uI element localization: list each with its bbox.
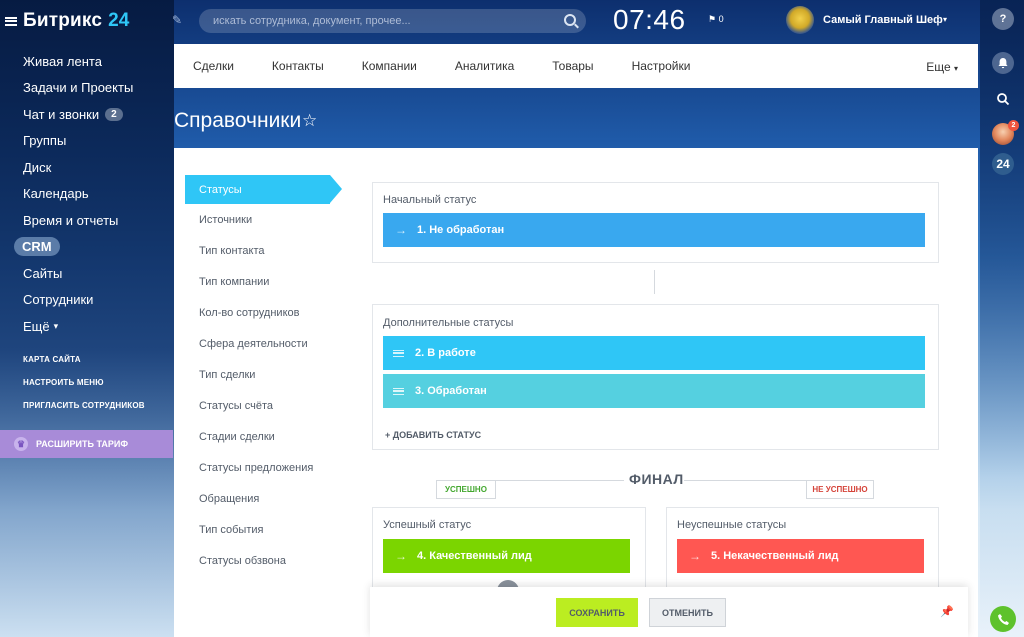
chevron-down-icon: ▾ — [953, 64, 958, 73]
search-input[interactable] — [199, 9, 539, 33]
status-row[interactable]: → 1. Не обработан — [383, 213, 925, 247]
sidebar-item-chat[interactable]: Чат и звонки 2 — [0, 101, 174, 128]
dictionary-nav: Статусы Источники Тип контакта Тип компа… — [185, 175, 342, 576]
final-label: ФИНАЛ — [629, 471, 684, 487]
arrow-right-icon: → — [395, 223, 407, 237]
invite-link[interactable]: ПРИГЛАСИТЬ СОТРУДНИКОВ — [23, 400, 145, 423]
drag-handle-icon[interactable] — [393, 387, 404, 395]
clock[interactable]: 07:46 — [613, 4, 686, 36]
status-row[interactable]: → 5. Некачественный лид — [677, 539, 924, 573]
add-status-button[interactable]: + ДОБАВИТЬ СТАТУС — [385, 430, 481, 440]
tab-contacts[interactable]: Контакты — [253, 59, 343, 73]
sidebar-item-feed[interactable]: Живая лента — [0, 48, 174, 75]
fail-status-title: Неуспешные статусы — [677, 519, 787, 531]
sidebar-item-groups[interactable]: Группы — [0, 128, 174, 155]
chevron-down-icon: ▾ — [53, 320, 59, 331]
fail-status-box: Неуспешные статусы → 5. Некачественный л… — [666, 507, 939, 597]
global-search[interactable] — [199, 9, 586, 33]
sidebar-item-disk[interactable]: Диск — [0, 154, 174, 181]
flag-counter[interactable]: ⚑ 0 — [708, 14, 724, 25]
menu-icon[interactable] — [5, 16, 17, 26]
cancel-button[interactable]: ОТМЕНИТЬ — [649, 598, 726, 627]
tab-companies[interactable]: Компании — [343, 59, 436, 73]
tab-deals[interactable]: Сделки — [174, 59, 253, 73]
extra-statuses-box: Дополнительные статусы 2. В работе 3. Об… — [372, 304, 939, 450]
arrow-right-icon: → — [395, 549, 407, 563]
status-row[interactable]: 3. Обработан — [383, 374, 925, 408]
phone-icon[interactable] — [990, 606, 1016, 632]
sidebar-item-calendar[interactable]: Календарь — [0, 181, 174, 208]
tab-products[interactable]: Товары — [533, 59, 612, 73]
drag-handle-icon[interactable] — [393, 349, 404, 357]
left-sidebar: Битрикс 24 Живая лента Задачи и Проекты … — [0, 0, 174, 637]
subnav-item-employee-count[interactable]: Кол-во сотрудников — [185, 297, 342, 328]
upgrade-tariff-button[interactable]: ♛ РАСШИРИТЬ ТАРИФ — [0, 430, 173, 458]
colleague-avatar[interactable]: 2 — [992, 120, 1019, 145]
right-rail: ? 2 24 — [980, 0, 1024, 637]
tab-more[interactable]: Еще ▾ — [926, 60, 958, 74]
success-tag: УСПЕШНО — [436, 481, 496, 499]
pencil-icon[interactable]: ✎ — [172, 13, 182, 27]
sidebar-links: КАРТА САЙТА НАСТРОИТЬ МЕНЮ ПРИГЛАСИТЬ СО… — [23, 354, 145, 423]
tab-settings[interactable]: Настройки — [613, 59, 710, 73]
user-name[interactable]: Самый Главный Шеф — [823, 14, 943, 26]
initial-status-title: Начальный статус — [383, 194, 477, 206]
fail-tag: НЕ УСПЕШНО — [806, 481, 874, 499]
sidebar-item-tasks[interactable]: Задачи и Проекты — [0, 75, 174, 102]
content-panel: Статусы Источники Тип контакта Тип компа… — [174, 148, 978, 637]
crown-icon: ♛ — [14, 437, 28, 451]
subnav-item-invoice-statuses[interactable]: Статусы счёта — [185, 390, 342, 421]
sidebar-item-sites[interactable]: Сайты — [0, 260, 174, 287]
subnav-item-deal-stages[interactable]: Стадии сделки — [185, 421, 342, 452]
bell-icon[interactable] — [992, 52, 1014, 74]
subnav-item-salutations[interactable]: Обращения — [185, 483, 342, 514]
arrow-right-icon: → — [689, 549, 701, 563]
subnav-item-industry[interactable]: Сфера деятельности — [185, 328, 342, 359]
configure-menu-link[interactable]: НАСТРОИТЬ МЕНЮ — [23, 377, 145, 400]
logo[interactable]: Битрикс 24 — [5, 9, 129, 33]
status-row[interactable]: → 4. Качественный лид — [383, 539, 630, 573]
save-button[interactable]: СОХРАНИТЬ — [556, 598, 638, 627]
tab-analytics[interactable]: Аналитика — [436, 59, 533, 73]
bitrix24-icon[interactable]: 24 — [992, 153, 1014, 175]
extra-statuses-title: Дополнительные статусы — [383, 317, 514, 329]
subnav-item-company-type[interactable]: Тип компании — [185, 266, 342, 297]
status-row[interactable]: 2. В работе — [383, 336, 925, 370]
main-menu: Живая лента Задачи и Проекты Чат и звонк… — [0, 48, 174, 340]
subnav-item-deal-type[interactable]: Тип сделки — [185, 359, 342, 390]
sidebar-item-employees[interactable]: Сотрудники — [0, 287, 174, 314]
connector-line — [654, 270, 655, 294]
crm-top-nav: Сделки Контакты Компании Аналитика Товар… — [174, 44, 978, 88]
subnav-item-event-type[interactable]: Тип события — [185, 514, 342, 545]
chevron-down-icon[interactable]: ▾ — [943, 15, 947, 24]
pin-icon[interactable]: 📌 — [940, 605, 954, 618]
subnav-item-call-statuses[interactable]: Статусы обзвона — [185, 545, 342, 576]
star-icon[interactable]: ☆ — [302, 111, 317, 131]
page-title: Справочники — [174, 109, 302, 132]
subnav-item-quote-statuses[interactable]: Статусы предложения — [185, 452, 342, 483]
logo-number: 24 — [108, 10, 130, 31]
action-bar: СОХРАНИТЬ ОТМЕНИТЬ 📌 — [370, 587, 968, 637]
success-status-title: Успешный статус — [383, 519, 472, 531]
notification-count-badge: 2 — [1008, 120, 1019, 131]
initial-status-box: Начальный статус → 1. Не обработан — [372, 182, 939, 263]
chat-count-badge: 2 — [105, 107, 123, 121]
search-icon[interactable] — [564, 14, 576, 26]
sitemap-link[interactable]: КАРТА САЙТА — [23, 354, 145, 377]
logo-text: Битрикс — [23, 10, 103, 31]
user-avatar[interactable] — [786, 6, 814, 34]
search-icon[interactable] — [992, 88, 1014, 110]
sidebar-item-crm[interactable]: CRM — [0, 234, 174, 261]
subnav-item-statuses[interactable]: Статусы — [185, 175, 342, 204]
help-icon[interactable]: ? — [992, 8, 1014, 30]
subnav-item-contact-type[interactable]: Тип контакта — [185, 235, 342, 266]
sidebar-item-more[interactable]: Ещё ▾ — [0, 313, 174, 340]
subnav-item-sources[interactable]: Источники — [185, 204, 342, 235]
sidebar-item-time[interactable]: Время и отчеты — [0, 207, 174, 234]
